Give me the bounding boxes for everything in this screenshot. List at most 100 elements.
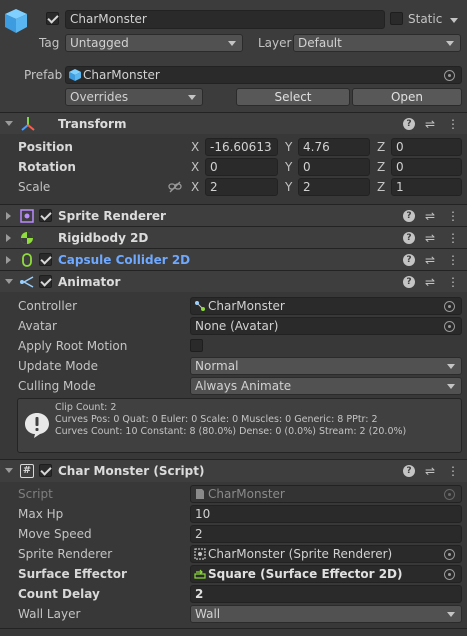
max-hp-label: Max Hp <box>18 507 64 521</box>
count-delay-field[interactable]: 2 <box>190 585 462 603</box>
scale-z-field[interactable]: 1 <box>391 178 462 196</box>
script-title: Char Monster (Script) <box>58 464 205 478</box>
avatar-field[interactable]: None (Avatar) <box>190 317 462 335</box>
surface-effector-field[interactable]: Square (Surface Effector 2D) <box>190 565 462 583</box>
prefab-field[interactable]: CharMonster <box>65 66 462 84</box>
object-picker-icon[interactable] <box>444 321 455 332</box>
position-x-label[interactable]: X <box>191 139 199 155</box>
culling-mode-value: Always Animate <box>195 379 292 393</box>
open-button[interactable]: Open <box>352 88 462 106</box>
presets-sliders-icon[interactable]: ⇌ <box>425 116 435 132</box>
animator-controller-icon <box>195 301 205 311</box>
animator-enabled-checkbox[interactable] <box>39 275 52 288</box>
info-icon <box>25 413 49 438</box>
capsule-collider-icon <box>22 253 32 267</box>
object-picker-icon[interactable] <box>444 569 455 580</box>
move-speed-field[interactable]: 2 <box>190 525 462 543</box>
chevron-down-icon <box>188 95 196 100</box>
position-x-field[interactable]: -16.60613 <box>205 138 278 156</box>
transform-title: Transform <box>58 117 127 131</box>
rotation-y-label[interactable]: Y <box>285 159 292 175</box>
script-value: CharMonster <box>208 487 285 501</box>
sprite-renderer-header[interactable]: Sprite Renderer ? ⇌ ⋮ <box>0 204 467 226</box>
help-icon[interactable]: ? <box>403 232 415 244</box>
controller-field[interactable]: CharMonster <box>190 297 462 315</box>
avatar-label: Avatar <box>18 319 57 333</box>
presets-sliders-icon[interactable]: ⇌ <box>425 230 435 246</box>
foldout-closed-icon[interactable] <box>6 234 11 242</box>
help-icon[interactable]: ? <box>403 465 415 477</box>
context-menu-kebab-icon[interactable]: ⋮ <box>447 252 459 268</box>
header-icons: ? ⇌ ⋮ <box>403 116 459 132</box>
overrides-dropdown[interactable]: Overrides <box>65 88 203 106</box>
animator-title: Animator <box>58 275 121 289</box>
context-menu-kebab-icon[interactable]: ⋮ <box>447 463 459 479</box>
object-picker-icon[interactable] <box>444 301 455 312</box>
scale-y-label[interactable]: Y <box>285 179 292 195</box>
update-mode-dropdown[interactable]: Normal <box>190 357 462 375</box>
foldout-closed-icon[interactable] <box>6 212 11 220</box>
scale-z-label[interactable]: Z <box>377 179 385 195</box>
help-icon[interactable]: ? <box>403 210 415 222</box>
scale-x-field[interactable]: 2 <box>205 178 278 196</box>
rotation-y-field[interactable]: 0 <box>298 158 370 176</box>
char-monster-script-header[interactable]: # Char Monster (Script) ? ⇌ ⋮ <box>0 459 467 482</box>
rotation-x-field[interactable]: 0 <box>205 158 278 176</box>
object-picker-icon[interactable] <box>444 70 455 81</box>
prefab-value: CharMonster <box>83 68 160 82</box>
max-hp-field[interactable]: 10 <box>190 505 462 523</box>
rotation-x-label[interactable]: X <box>191 159 199 175</box>
sprite-renderer-enabled-checkbox[interactable] <box>39 209 52 222</box>
help-icon[interactable]: ? <box>403 254 415 266</box>
header-icons: ? ⇌ ⋮ <box>403 208 459 224</box>
context-menu-kebab-icon[interactable]: ⋮ <box>447 116 459 132</box>
wall-layer-dropdown[interactable]: Wall <box>190 605 462 623</box>
presets-sliders-icon[interactable]: ⇌ <box>425 252 435 268</box>
active-checkbox[interactable] <box>46 12 59 25</box>
constrain-proportions-link-icon[interactable] <box>168 181 182 193</box>
select-button[interactable]: Select <box>236 88 350 106</box>
rotation-z-label[interactable]: Z <box>377 159 385 175</box>
chevron-down-icon <box>228 41 236 46</box>
csharp-script-icon: # <box>20 464 34 478</box>
scale-x-label[interactable]: X <box>191 179 199 195</box>
transform-header[interactable]: Transform ? ⇌ ⋮ <box>0 112 467 134</box>
sprite-renderer-ref-field[interactable]: CharMonster (Sprite Renderer) <box>190 545 462 563</box>
capsule-collider-header[interactable]: Capsule Collider 2D ? ⇌ ⋮ <box>0 248 467 270</box>
rigidbody-2d-header[interactable]: Rigidbody 2D ? ⇌ ⋮ <box>0 226 467 248</box>
position-y-label[interactable]: Y <box>285 139 292 155</box>
info-line-2: Curves Pos: 0 Quat: 0 Euler: 0 Scale: 0 … <box>55 414 378 425</box>
context-menu-kebab-icon[interactable]: ⋮ <box>447 208 459 224</box>
context-menu-kebab-icon[interactable]: ⋮ <box>447 230 459 246</box>
position-z-field[interactable]: 0 <box>391 138 462 156</box>
foldout-closed-icon[interactable] <box>6 256 11 264</box>
help-icon[interactable]: ? <box>403 118 415 130</box>
position-z-label[interactable]: Z <box>377 139 385 155</box>
gameobject-name-field[interactable]: CharMonster <box>65 10 385 29</box>
context-menu-kebab-icon[interactable]: ⋮ <box>447 274 459 290</box>
scale-y-field[interactable]: 2 <box>298 178 370 196</box>
animator-header[interactable]: Animator ? ⇌ ⋮ <box>0 270 467 292</box>
tag-dropdown[interactable]: Untagged <box>65 34 243 52</box>
wall-layer-value: Wall <box>195 607 221 621</box>
capsule-collider-enabled-checkbox[interactable] <box>39 253 52 266</box>
presets-sliders-icon[interactable]: ⇌ <box>425 463 435 479</box>
culling-mode-dropdown[interactable]: Always Animate <box>190 377 462 395</box>
static-dropdown-arrow-icon[interactable] <box>450 18 458 23</box>
sprite-renderer-icon <box>20 209 34 223</box>
object-picker-icon[interactable] <box>444 549 455 560</box>
culling-mode-label: Culling Mode <box>18 379 96 393</box>
foldout-open-icon[interactable] <box>5 279 13 284</box>
presets-sliders-icon[interactable]: ⇌ <box>425 208 435 224</box>
position-y-field[interactable]: 4.76 <box>298 138 370 156</box>
presets-sliders-icon[interactable]: ⇌ <box>425 274 435 290</box>
help-icon[interactable]: ? <box>403 276 415 288</box>
script-enabled-checkbox[interactable] <box>39 464 52 477</box>
foldout-open-icon[interactable] <box>5 468 13 473</box>
static-checkbox[interactable] <box>390 12 403 25</box>
surface-effector-label: Surface Effector <box>18 567 127 581</box>
foldout-open-icon[interactable] <box>5 121 13 126</box>
apply-root-motion-checkbox[interactable] <box>190 339 203 352</box>
rotation-z-field[interactable]: 0 <box>391 158 462 176</box>
layer-dropdown[interactable]: Default <box>293 34 461 52</box>
